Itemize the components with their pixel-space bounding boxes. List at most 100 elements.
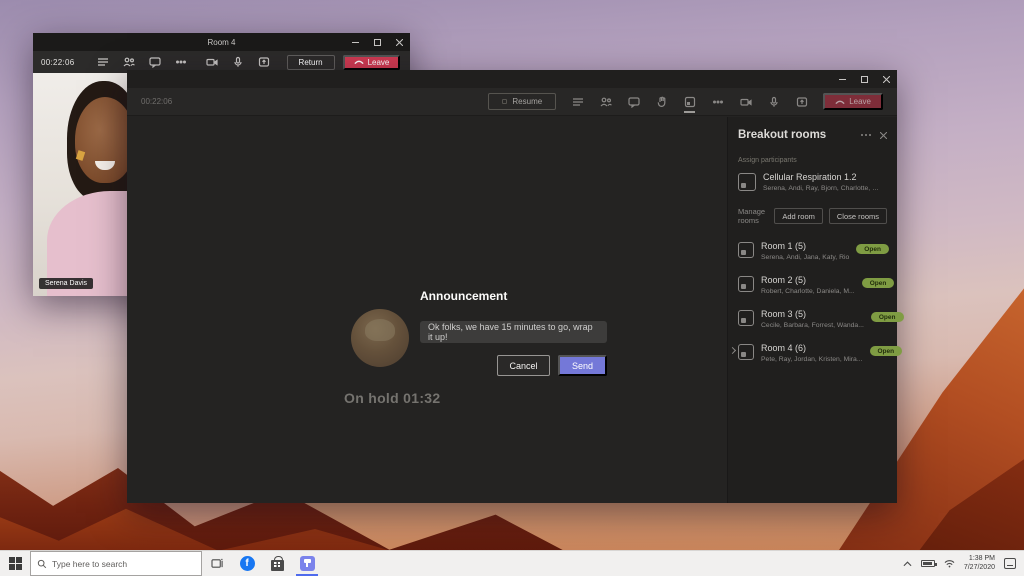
chat-button[interactable] — [149, 56, 162, 69]
mic-icon — [232, 56, 244, 68]
minimize-button[interactable] — [344, 33, 366, 51]
battery-icon[interactable] — [921, 560, 935, 567]
rooms-list: Room 1 (5) Serena, Andi, Jana, Katy, Rio… — [738, 241, 887, 364]
hangup-icon — [354, 57, 364, 67]
task-view-button[interactable] — [202, 551, 232, 576]
room-participants: Robert, Charlotte, Daniela, M... — [761, 287, 855, 296]
share-screen-button[interactable] — [795, 95, 808, 108]
maximize-icon — [374, 39, 381, 46]
room-status-badge: Open — [870, 346, 903, 356]
close-button[interactable] — [388, 33, 410, 51]
more-options-button[interactable] — [175, 56, 188, 69]
manage-rooms-label[interactable]: Manage rooms — [738, 207, 768, 225]
room-status-badge: Open — [862, 278, 895, 288]
search-input[interactable] — [52, 559, 172, 569]
mic-button[interactable] — [767, 95, 780, 108]
participants-button[interactable] — [599, 95, 612, 108]
main-room-participants: Serena, Andi, Ray, Bjorn, Charlotte, +14 — [763, 184, 881, 193]
announcement-avatar — [351, 309, 409, 367]
cancel-button[interactable]: Cancel — [497, 355, 550, 376]
taskbar-teams[interactable] — [292, 551, 322, 576]
return-button[interactable]: Return — [287, 55, 335, 70]
main-meeting-toolbar: 00:22:06 Resume — [127, 88, 897, 116]
room-status-badge: Open — [856, 244, 889, 254]
breakout-panel-title: Breakout rooms — [738, 129, 861, 141]
resume-icon — [502, 99, 507, 104]
roster-list-button[interactable] — [97, 56, 110, 69]
start-button[interactable] — [0, 551, 30, 576]
clock-time: 1:38 PM — [964, 555, 995, 564]
room-status-badge: Open — [871, 312, 904, 322]
close-rooms-button[interactable]: Close rooms — [829, 208, 887, 224]
maximize-button[interactable] — [366, 33, 388, 51]
task-view-icon — [211, 558, 224, 569]
maximize-icon — [861, 76, 868, 83]
room-list-item[interactable]: Room 2 (5) Robert, Charlotte, Daniela, M… — [738, 275, 887, 296]
mic-icon — [768, 96, 780, 108]
people-icon — [123, 56, 135, 68]
breakout-rooms-button[interactable] — [683, 95, 696, 108]
share-screen-icon — [258, 56, 270, 68]
list-icon — [97, 56, 109, 68]
room-name: Room 2 (5) — [761, 275, 855, 286]
expand-chevron-icon — [729, 347, 736, 354]
taskbar-facebook[interactable]: f — [232, 551, 262, 576]
room-list-item[interactable]: Room 1 (5) Serena, Andi, Jana, Katy, Rio… — [738, 241, 887, 262]
mic-button[interactable] — [232, 56, 245, 69]
room-list-item[interactable]: Room 3 (5) Cecile, Barbara, Forrest, Wan… — [738, 309, 887, 330]
send-button[interactable]: Send — [558, 355, 607, 376]
leave-button[interactable]: Leave — [343, 55, 401, 70]
list-icon — [572, 96, 584, 108]
close-icon — [883, 76, 890, 83]
leave-button[interactable]: Leave — [823, 93, 883, 110]
main-room-item[interactable]: Cellular Respiration 1.2 Serena, Andi, R… — [738, 172, 887, 193]
ellipsis-icon — [175, 56, 187, 68]
facebook-icon: f — [240, 556, 255, 571]
maximize-button[interactable] — [853, 70, 875, 88]
room-list-item[interactable]: Room 4 (6) Pete, Ray, Jordan, Kristen, M… — [738, 343, 887, 364]
breakout-room-icon — [738, 242, 754, 258]
teams-icon — [300, 556, 315, 571]
hangup-icon — [835, 97, 845, 107]
share-screen-button[interactable] — [258, 56, 271, 69]
participants-button[interactable] — [123, 56, 136, 69]
assign-participants-label: Assign participants — [738, 157, 887, 164]
people-icon — [600, 96, 612, 108]
on-hold-timer: On hold 01:32 — [344, 390, 440, 406]
breakout-room-icon — [738, 173, 756, 191]
network-icon[interactable] — [944, 559, 955, 568]
panel-close-button[interactable] — [880, 132, 887, 139]
tray-chevron-icon[interactable] — [903, 561, 912, 567]
breakout-rooms-icon — [684, 96, 696, 108]
room4-window-title: Room 4 — [33, 38, 344, 47]
more-options-button[interactable] — [711, 95, 724, 108]
raise-hand-button[interactable] — [655, 95, 668, 108]
camera-button[interactable] — [739, 95, 752, 108]
room-participants: Serena, Andi, Jana, Katy, Rio — [761, 253, 849, 262]
chat-button[interactable] — [627, 95, 640, 108]
resume-button[interactable]: Resume — [488, 93, 556, 110]
taskbar-clock[interactable]: 1:38 PM 7/27/2020 — [964, 555, 995, 572]
chat-icon — [628, 96, 640, 108]
room4-titlebar[interactable]: Room 4 — [33, 33, 410, 51]
minimize-button[interactable] — [831, 70, 853, 88]
roster-list-button[interactable] — [571, 95, 584, 108]
breakout-room-icon — [738, 344, 754, 360]
announcement-title: Announcement — [420, 289, 507, 303]
announcement-message-input[interactable]: Ok folks, we have 15 minutes to go, wrap… — [420, 321, 607, 343]
resume-label: Resume — [512, 97, 542, 106]
microsoft-store-icon — [271, 560, 284, 571]
room-name: Room 4 (6) — [761, 343, 863, 354]
camera-button[interactable] — [206, 56, 219, 69]
close-button[interactable] — [875, 70, 897, 88]
panel-more-button[interactable] — [861, 134, 871, 136]
add-room-button[interactable]: Add room — [774, 208, 823, 224]
meeting-stage: Announcement Ok folks, we have 15 minute… — [127, 117, 727, 503]
leave-label: Leave — [849, 97, 871, 106]
taskbar-store[interactable] — [262, 551, 292, 576]
action-center-icon[interactable] — [1004, 558, 1016, 569]
ellipsis-icon — [712, 96, 724, 108]
breakout-rooms-panel: Breakout rooms Assign participants Cellu… — [727, 117, 897, 503]
taskbar-search[interactable] — [30, 551, 202, 576]
main-titlebar[interactable] — [127, 70, 897, 88]
